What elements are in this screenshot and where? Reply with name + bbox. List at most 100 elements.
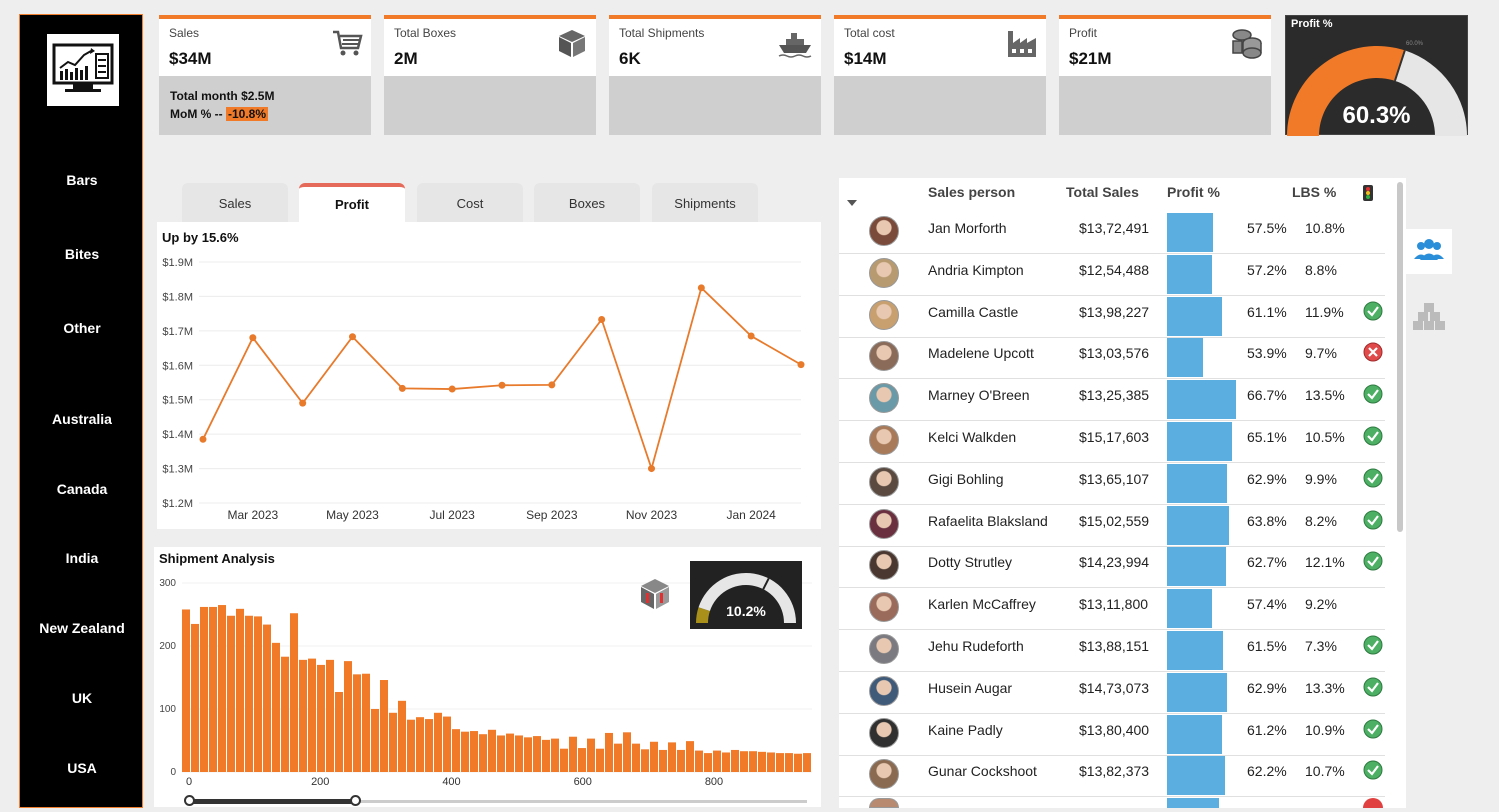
y-tick-label: 200 bbox=[159, 641, 176, 652]
table-row[interactable]: Dotty Strutley $14,23,994 62.7% 12.1% bbox=[839, 546, 1385, 589]
sidebar-item-new-zealand[interactable]: New Zealand bbox=[20, 620, 144, 636]
histogram-bar bbox=[668, 742, 676, 772]
histogram-bar bbox=[191, 623, 199, 772]
histogram-bar bbox=[560, 748, 568, 772]
range-slider-end-handle[interactable] bbox=[350, 795, 361, 806]
data-point bbox=[747, 332, 755, 340]
sidebar-item-uk[interactable]: UK bbox=[20, 690, 144, 706]
table-row[interactable]: Gunar Cockshoot $13,82,373 62.2% 10.7% bbox=[839, 755, 1385, 798]
y-tick-label: 100 bbox=[159, 704, 176, 715]
sales-person-name: Husein Augar bbox=[928, 679, 1013, 696]
header-total-sales[interactable]: Total Sales bbox=[1066, 184, 1139, 200]
profit-percent: 61.1% bbox=[1247, 303, 1287, 320]
sidebar-item-australia[interactable]: Australia bbox=[20, 411, 144, 427]
y-tick-label: $1.7M bbox=[162, 326, 193, 338]
status-ok-icon bbox=[1363, 301, 1383, 321]
table-row[interactable]: Kaine Padly $13,80,400 61.2% 10.9% bbox=[839, 714, 1385, 756]
sidebar-item-usa[interactable]: USA bbox=[20, 760, 144, 776]
sales-person-name: Camilla Castle bbox=[928, 303, 1019, 320]
kpi-card-header: Profit $21M bbox=[1059, 19, 1271, 76]
sidebar-item-canada[interactable]: Canada bbox=[20, 481, 144, 497]
kpi-card-header: Sales $34M bbox=[159, 19, 371, 76]
histogram-bar bbox=[380, 680, 388, 772]
y-tick-label: 300 bbox=[159, 578, 176, 589]
histogram-bar bbox=[236, 608, 244, 772]
profit-percent: 63.8% bbox=[1247, 512, 1287, 529]
header-profit-percent[interactable]: Profit % bbox=[1167, 184, 1220, 200]
histogram-bar bbox=[362, 673, 370, 772]
data-point bbox=[548, 381, 556, 389]
table-row[interactable]: Andria Kimpton $12,54,488 57.2% 8.8% bbox=[839, 254, 1385, 296]
total-sales: $13,82,373 bbox=[1079, 763, 1150, 780]
tab-profit[interactable]: Profit bbox=[299, 183, 405, 223]
profit-bar bbox=[1167, 296, 1222, 336]
x-tick-label: 0 bbox=[186, 776, 192, 788]
tab-cost[interactable]: Cost bbox=[417, 183, 523, 223]
table-row[interactable]: Husein Augar $14,73,073 62.9% 13.3% bbox=[839, 672, 1385, 714]
histogram-bar bbox=[659, 749, 667, 772]
histogram-bar bbox=[443, 716, 451, 772]
table-row[interactable]: Madelene Upcott $13,03,576 53.9% 9.7% bbox=[839, 337, 1385, 380]
histogram-bar bbox=[398, 700, 406, 772]
profit-percent: 61.2% bbox=[1247, 721, 1287, 738]
table-row[interactable]: Karlen McCaffrey $13,11,800 57.4% 9.2% bbox=[839, 588, 1385, 631]
histogram-bar bbox=[758, 751, 766, 772]
histogram-bar bbox=[425, 719, 433, 772]
histogram-bar bbox=[596, 748, 604, 772]
header-sales-person[interactable]: Sales person bbox=[928, 184, 1015, 200]
sales-person-name: Andria Kimpton bbox=[928, 261, 1024, 278]
table-row[interactable]: Gigi Bohling $13,65,107 62.9% 9.9% bbox=[839, 463, 1385, 505]
kpi-label: Total Boxes bbox=[394, 26, 457, 40]
status-bad-icon bbox=[1363, 342, 1383, 362]
box-thermometer-icon[interactable] bbox=[639, 577, 671, 611]
sort-caret-down-icon[interactable] bbox=[847, 200, 857, 208]
sidebar-item-india[interactable]: India bbox=[20, 550, 144, 566]
sidebar-item-bites[interactable]: Bites bbox=[20, 246, 144, 262]
sidebar-item-other[interactable]: Other bbox=[20, 320, 144, 336]
factory-icon bbox=[1008, 31, 1036, 57]
histogram-bar bbox=[740, 751, 748, 772]
status-ok-icon bbox=[1363, 635, 1383, 655]
histogram-bar bbox=[227, 615, 235, 772]
range-slider-start-handle[interactable] bbox=[184, 795, 195, 806]
kpi-card-header: Total Shipments 6K bbox=[609, 19, 821, 76]
shipment-gauge: 10.2% bbox=[690, 561, 802, 629]
table-row[interactable]: Marney O'Breen $13,25,385 66.7% 13.5% bbox=[839, 379, 1385, 422]
y-tick-label: $1.3M bbox=[162, 464, 193, 476]
histogram-bar bbox=[767, 752, 775, 772]
data-point bbox=[598, 315, 606, 323]
people-icon bbox=[1414, 239, 1444, 260]
table-row[interactable]: Jan Morforth $13,72,491 57.5% 10.8% bbox=[839, 212, 1385, 254]
header-lbs-percent[interactable]: LBS % bbox=[1292, 184, 1336, 200]
avatar bbox=[869, 675, 899, 706]
tab-sales[interactable]: Sales bbox=[182, 183, 288, 223]
histogram-bar bbox=[245, 615, 253, 772]
table-row[interactable]: Kelci Walkden $15,17,603 65.1% 10.5% bbox=[839, 421, 1385, 463]
profit-bar bbox=[1167, 338, 1204, 378]
table-row[interactable]: Camilla Castle $13,98,227 61.1% 11.9% bbox=[839, 296, 1385, 338]
sales-person-name: Jan Morforth bbox=[928, 220, 1007, 236]
people-view-button[interactable] bbox=[1406, 229, 1452, 274]
data-point bbox=[398, 384, 406, 392]
histogram-bar bbox=[209, 606, 217, 772]
x-tick-label: Jan 2024 bbox=[726, 508, 776, 522]
x-tick-label: Nov 2023 bbox=[626, 508, 678, 522]
tab-shipments[interactable]: Shipments bbox=[652, 183, 758, 223]
lbs-percent: 13.3% bbox=[1305, 679, 1345, 696]
profit-line-chart-panel: Up by 15.6% $1.2M $1.3M $1.4M $1.5M $1.6M $1.… bbox=[157, 222, 821, 529]
histogram-bar bbox=[542, 739, 550, 772]
data-point bbox=[249, 334, 257, 342]
histogram-bar bbox=[335, 691, 343, 772]
table-row[interactable]: Rafaelita Blaksland $15,02,559 63.8% 8.2% bbox=[839, 505, 1385, 547]
status-ok-icon bbox=[1363, 551, 1383, 571]
sidebar-item-bars[interactable]: Bars bbox=[20, 172, 144, 188]
lbs-percent: 7.3% bbox=[1305, 638, 1337, 654]
partial-profit-bar bbox=[1167, 798, 1219, 808]
table-row[interactable]: Jehu Rudeforth $13,88,151 61.5% 7.3% bbox=[839, 630, 1385, 672]
boxes-stack-icon[interactable] bbox=[1413, 300, 1445, 332]
y-tick-label: $1.5M bbox=[162, 395, 193, 407]
histogram-bar bbox=[434, 712, 442, 772]
table-scrollbar[interactable] bbox=[1397, 182, 1403, 532]
tab-boxes[interactable]: Boxes bbox=[534, 183, 640, 223]
gauge-value: 60.3% bbox=[1342, 102, 1411, 129]
